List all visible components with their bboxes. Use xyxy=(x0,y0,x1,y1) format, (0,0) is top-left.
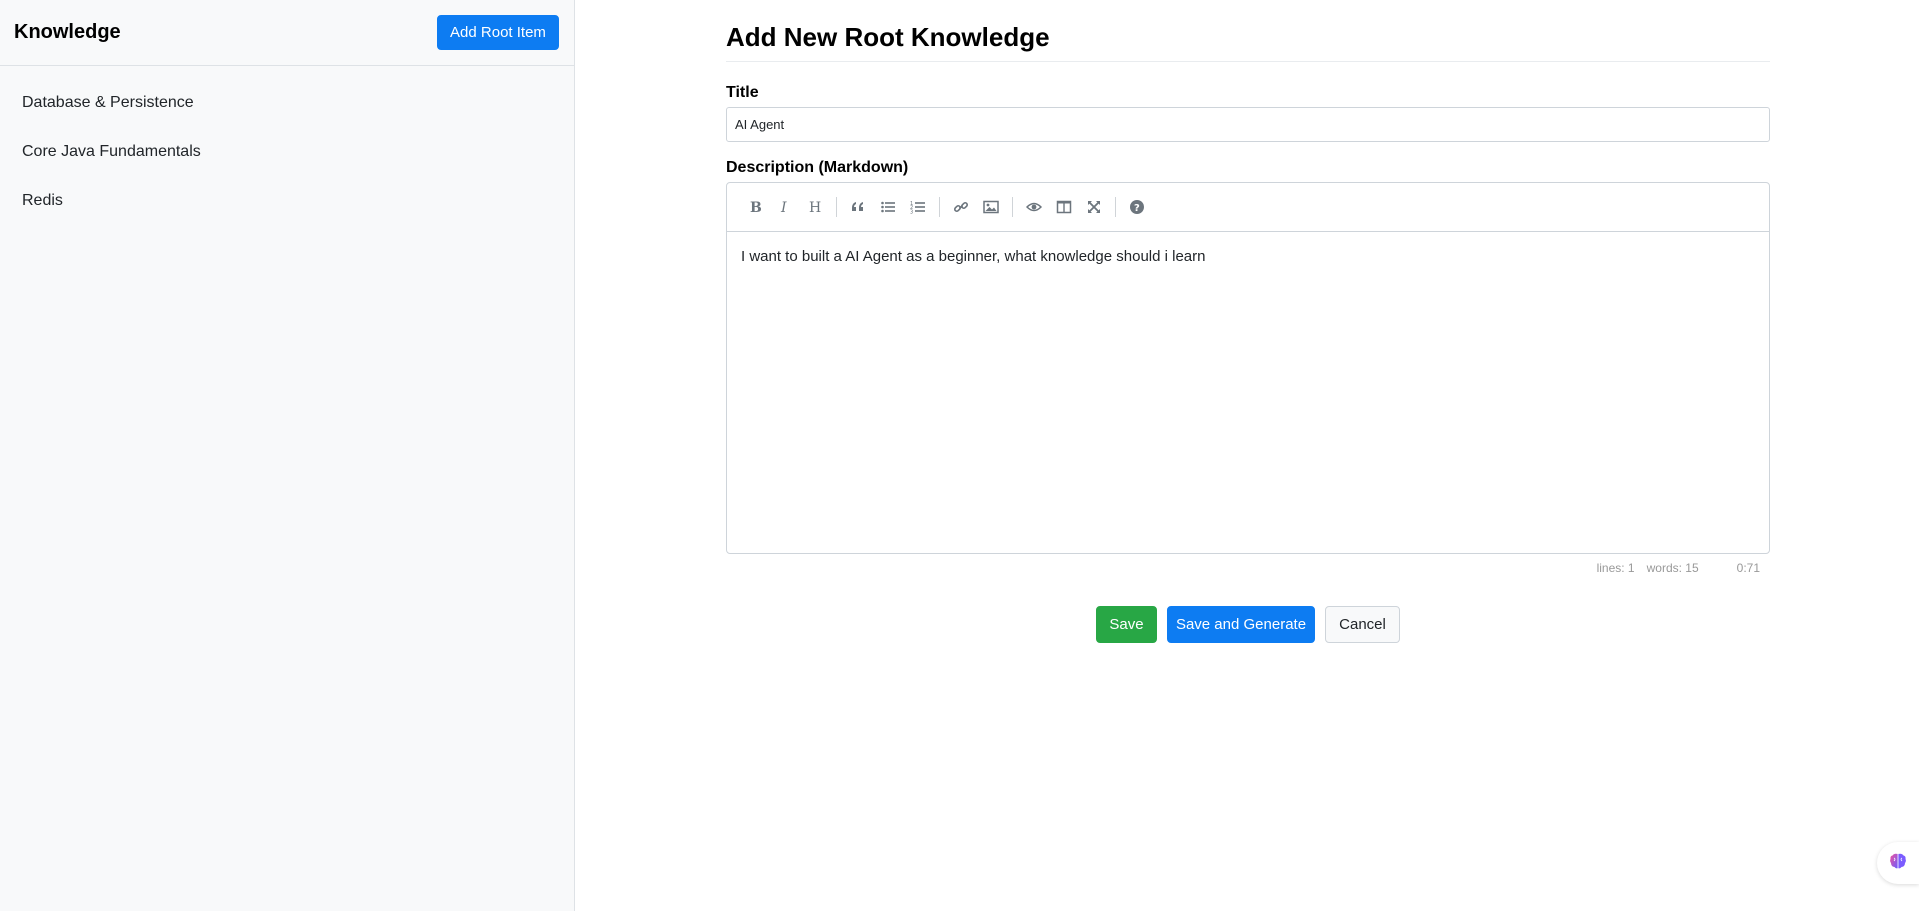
svg-text:I: I xyxy=(780,200,787,215)
side-by-side-icon[interactable] xyxy=(1049,192,1079,222)
knowledge-list: Database & Persistence Core Java Fundame… xyxy=(0,66,574,225)
editor-toolbar: B I H 123 ? xyxy=(727,183,1769,232)
sidebar-item-core-java-fundamentals[interactable]: Core Java Fundamentals xyxy=(0,127,574,176)
sidebar-header: Knowledge Add Root Item xyxy=(0,0,574,66)
toolbar-separator xyxy=(1012,197,1013,217)
ordered-list-icon[interactable]: 123 xyxy=(903,192,933,222)
cancel-button[interactable]: Cancel xyxy=(1325,606,1400,643)
sidebar: Knowledge Add Root Item Database & Persi… xyxy=(0,0,575,911)
fullscreen-icon[interactable] xyxy=(1079,192,1109,222)
save-and-generate-button[interactable]: Save and Generate xyxy=(1167,606,1315,643)
markdown-editor: B I H 123 ? I want to built a AI Agent a… xyxy=(726,182,1770,554)
quote-icon[interactable] xyxy=(843,192,873,222)
editor-statusbar: lines: 1 words: 15 0:71 xyxy=(726,554,1770,582)
preview-icon[interactable] xyxy=(1019,192,1049,222)
help-icon[interactable]: ? xyxy=(1122,192,1152,222)
svg-text:3: 3 xyxy=(910,210,913,216)
link-icon[interactable] xyxy=(946,192,976,222)
sidebar-item-redis[interactable]: Redis xyxy=(0,176,574,225)
unordered-list-icon[interactable] xyxy=(873,192,903,222)
image-icon[interactable] xyxy=(976,192,1006,222)
cursor-position: 0:71 xyxy=(1736,561,1760,575)
page-title: Add New Root Knowledge xyxy=(726,22,1770,62)
italic-icon[interactable]: I xyxy=(770,192,800,222)
word-count: words: 15 xyxy=(1646,561,1699,575)
svg-text:?: ? xyxy=(1134,203,1140,214)
title-input[interactable] xyxy=(726,107,1770,142)
sidebar-item-database-persistence[interactable]: Database & Persistence xyxy=(0,78,574,127)
main-content: Add New Root Knowledge Title Description… xyxy=(726,0,1770,643)
toolbar-separator xyxy=(939,197,940,217)
title-label: Title xyxy=(726,84,759,101)
brain-icon xyxy=(1888,851,1908,876)
description-label: Description (Markdown) xyxy=(726,159,909,176)
add-root-item-button[interactable]: Add Root Item xyxy=(437,15,559,50)
svg-text:H: H xyxy=(809,200,821,215)
description-editor[interactable]: I want to built a AI Agent as a beginner… xyxy=(727,232,1769,553)
svg-text:B: B xyxy=(750,200,762,215)
sidebar-title: Knowledge xyxy=(14,21,121,43)
assistant-launcher[interactable] xyxy=(1877,842,1919,884)
toolbar-separator xyxy=(836,197,837,217)
save-button[interactable]: Save xyxy=(1096,606,1157,643)
bold-icon[interactable]: B xyxy=(740,192,770,222)
line-count: lines: 1 xyxy=(1596,561,1635,575)
heading-icon[interactable]: H xyxy=(800,192,830,222)
toolbar-separator xyxy=(1115,197,1116,217)
form-actions: Save Save and Generate Cancel xyxy=(726,606,1770,643)
